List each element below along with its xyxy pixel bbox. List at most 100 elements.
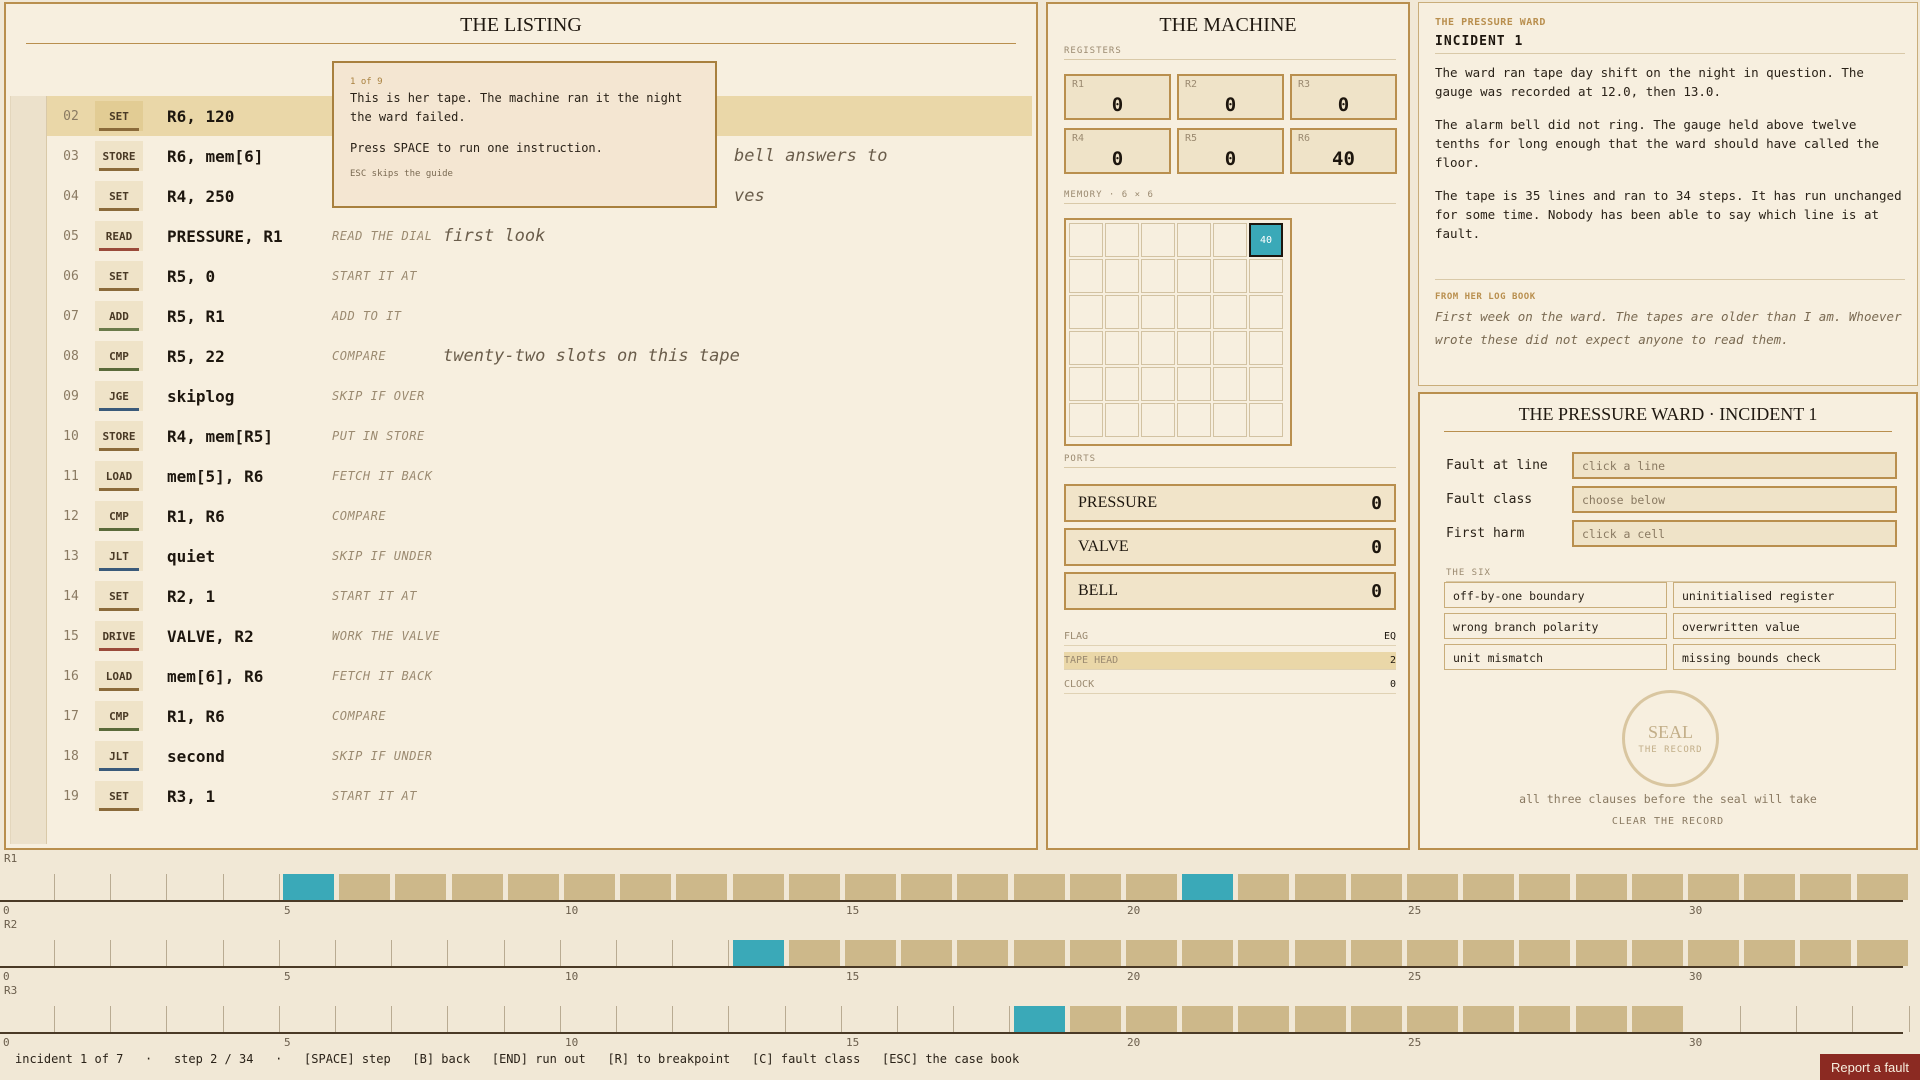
timeline-step[interactable] — [1463, 1006, 1515, 1032]
memory-cell[interactable] — [1177, 331, 1211, 365]
timeline-step[interactable] — [1294, 1006, 1346, 1032]
field-input[interactable]: choose below — [1572, 486, 1897, 513]
memory-cell[interactable] — [1213, 403, 1247, 437]
memory-cell[interactable] — [1249, 259, 1283, 293]
timeline-step[interactable] — [1575, 940, 1627, 966]
listing-line[interactable]: 05 READ PRESSURE, R1 READ THE DIAL first loo… — [47, 216, 1032, 256]
listing-line[interactable]: 15 DRIVE VALVE, R2 WORK THE VALVE — [47, 616, 1032, 656]
memory-cell[interactable] — [1141, 295, 1175, 329]
timeline-step[interactable] — [1013, 1006, 1065, 1032]
timeline-step[interactable] — [1407, 940, 1458, 966]
timeline-step[interactable] — [620, 874, 672, 900]
timeline-step[interactable] — [901, 940, 953, 966]
seal-button[interactable]: SEAL THE RECORD — [1622, 690, 1719, 787]
field-input[interactable]: click a line — [1572, 452, 1897, 479]
timeline-step[interactable] — [845, 874, 896, 900]
fault-class-option[interactable]: off-by-one boundary — [1444, 582, 1667, 608]
memory-cell[interactable] — [1249, 403, 1283, 437]
timeline-step[interactable] — [1182, 874, 1234, 900]
timeline-step[interactable] — [1575, 874, 1627, 900]
timeline-step[interactable] — [788, 874, 840, 900]
timeline-step[interactable] — [1519, 874, 1571, 900]
timeline-step[interactable] — [1350, 940, 1402, 966]
timeline-step[interactable] — [1182, 1006, 1234, 1032]
timeline-step[interactable] — [1069, 874, 1121, 900]
timeline-step[interactable] — [1744, 940, 1796, 966]
memory-cell[interactable] — [1177, 295, 1211, 329]
timeline-step[interactable] — [1407, 874, 1458, 900]
fault-class-option[interactable]: missing bounds check — [1673, 644, 1896, 670]
memory-cell[interactable] — [1177, 403, 1211, 437]
listing-line[interactable]: 07 ADD R5, R1 ADD TO IT — [47, 296, 1032, 336]
listing-line[interactable]: 13 JLT quiet SKIP IF UNDER — [47, 536, 1032, 576]
memory-cell[interactable]: 40 — [1249, 223, 1283, 257]
listing-line[interactable]: 08 CMP R5, 22 COMPARE twenty-two slots on th… — [47, 336, 1032, 376]
memory-cell[interactable] — [1141, 367, 1175, 401]
memory-cell[interactable] — [1105, 295, 1139, 329]
memory-cell[interactable] — [1213, 331, 1247, 365]
guide-popup[interactable]: 1 of 9 This is her tape. The machine ran… — [332, 61, 717, 208]
listing-line[interactable]: 19 SET R3, 1 START IT AT — [47, 776, 1032, 816]
timeline-step[interactable] — [395, 874, 447, 900]
memory-cell[interactable] — [1069, 331, 1103, 365]
listing-line[interactable]: 06 SET R5, 0 START IT AT — [47, 256, 1032, 296]
memory-cell[interactable] — [1213, 295, 1247, 329]
timeline-step[interactable] — [1631, 874, 1683, 900]
timeline-step[interactable] — [1294, 940, 1346, 966]
listing-line[interactable]: 10 STORE R4, mem[R5] PUT IN STORE — [47, 416, 1032, 456]
timeline-step[interactable] — [1294, 874, 1346, 900]
timeline-step[interactable] — [1800, 874, 1852, 900]
listing-line[interactable]: 18 JLT second SKIP IF UNDER — [47, 736, 1032, 776]
listing-line[interactable]: 16 LOAD mem[6], R6 FETCH IT BACK — [47, 656, 1032, 696]
memory-cell[interactable] — [1249, 295, 1283, 329]
timeline-step[interactable] — [845, 940, 896, 966]
timeline-step[interactable] — [1350, 874, 1402, 900]
timeline-step[interactable] — [1800, 940, 1852, 966]
timeline-step[interactable] — [1856, 874, 1908, 900]
timeline-step[interactable] — [1238, 940, 1290, 966]
timeline-step[interactable] — [451, 874, 503, 900]
fault-class-option[interactable]: wrong branch polarity — [1444, 613, 1667, 639]
timeline-step[interactable] — [1631, 1006, 1683, 1032]
timeline-step[interactable] — [1069, 1006, 1121, 1032]
timeline-step[interactable] — [564, 874, 615, 900]
listing-line[interactable]: 09 JGE skiplog SKIP IF OVER — [47, 376, 1032, 416]
timeline-step[interactable] — [1688, 940, 1739, 966]
timeline-step[interactable] — [732, 874, 784, 900]
timeline-step[interactable] — [732, 940, 784, 966]
memory-cell[interactable] — [1141, 403, 1175, 437]
timeline-step[interactable] — [957, 874, 1009, 900]
timeline-step[interactable] — [1463, 874, 1515, 900]
timeline-step[interactable] — [1126, 1006, 1177, 1032]
timeline-step[interactable] — [283, 874, 334, 900]
clear-record-button[interactable]: CLEAR THE RECORD — [1420, 816, 1916, 827]
memory-cell[interactable] — [1213, 259, 1247, 293]
fault-class-option[interactable]: uninitialised register — [1673, 582, 1896, 608]
memory-cell[interactable] — [1105, 331, 1139, 365]
timeline-step[interactable] — [1575, 1006, 1627, 1032]
memory-cell[interactable] — [1249, 331, 1283, 365]
memory-cell[interactable] — [1141, 223, 1175, 257]
timeline-step[interactable] — [1126, 874, 1177, 900]
memory-cell[interactable] — [1213, 223, 1247, 257]
timeline-step[interactable] — [1013, 874, 1065, 900]
memory-cell[interactable] — [1177, 367, 1211, 401]
memory-cell[interactable] — [1105, 259, 1139, 293]
memory-cell[interactable] — [1069, 295, 1103, 329]
timeline-step[interactable] — [339, 874, 391, 900]
timeline-step[interactable] — [788, 940, 840, 966]
timeline-step[interactable] — [1069, 940, 1121, 966]
memory-cell[interactable] — [1177, 223, 1211, 257]
memory-cell[interactable] — [1069, 403, 1103, 437]
memory-cell[interactable] — [1177, 259, 1211, 293]
timeline-step[interactable] — [1013, 940, 1065, 966]
memory-cell[interactable] — [1141, 331, 1175, 365]
listing-line[interactable]: 12 CMP R1, R6 COMPARE — [47, 496, 1032, 536]
memory-cell[interactable] — [1141, 259, 1175, 293]
timeline-step[interactable] — [1238, 1006, 1290, 1032]
timeline-step[interactable] — [676, 874, 728, 900]
timeline-step[interactable] — [1856, 940, 1908, 966]
fault-class-option[interactable]: overwritten value — [1673, 613, 1896, 639]
timeline-step[interactable] — [1519, 940, 1571, 966]
timeline-step[interactable] — [957, 940, 1009, 966]
